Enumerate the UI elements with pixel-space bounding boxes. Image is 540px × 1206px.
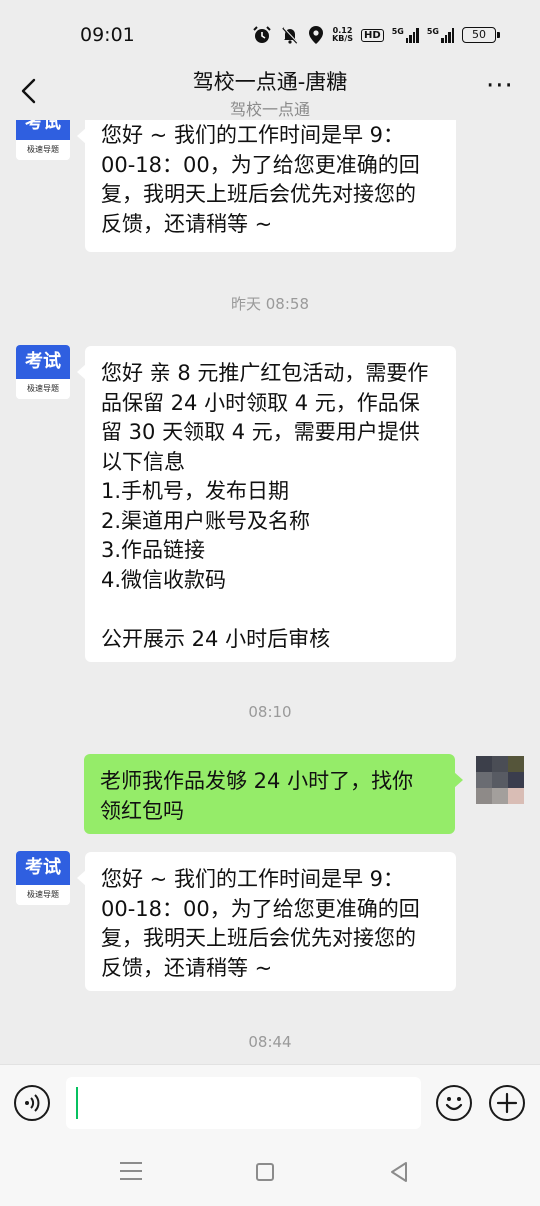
system-nav-bar bbox=[0, 1140, 540, 1206]
location-icon bbox=[309, 26, 324, 44]
recent-apps-icon[interactable] bbox=[120, 1162, 142, 1182]
battery-icon: 50 bbox=[462, 27, 500, 43]
sim2-label: 5G bbox=[426, 27, 439, 36]
signal-sim2-icon: 5G bbox=[427, 27, 454, 43]
text-cursor bbox=[76, 1087, 78, 1119]
network-speed-unit: KB/S bbox=[332, 34, 354, 43]
mute-bell-icon bbox=[282, 27, 299, 44]
chat-message-list[interactable]: 考试 极速导题 您好 ~ 我们的工作时间是早 9： 00-18：00，为了给您更… bbox=[0, 120, 540, 1064]
message-bubble-received[interactable]: 您好 ~ 我们的工作时间是早 9： 00-18：00，为了给您更准确的回 复，我… bbox=[77, 852, 456, 991]
network-speed: 0.12 KB/S bbox=[332, 27, 353, 43]
avatar-brand-text: 考试 bbox=[16, 345, 70, 379]
plus-icon[interactable] bbox=[489, 1085, 525, 1121]
message-bubble-received[interactable]: 您好 ~ 我们的工作时间是早 9： 00-18：00，为了给您更准确的回 复，我… bbox=[77, 120, 456, 252]
alarm-icon bbox=[253, 26, 271, 43]
more-options-icon[interactable]: ··· bbox=[486, 73, 516, 100]
avatar-brand-subtext: 极速导题 bbox=[16, 379, 70, 399]
status-icons: 0.12 KB/S HD 5G 5G 50 bbox=[252, 22, 500, 48]
message-input-bar bbox=[0, 1064, 540, 1140]
status-time: 09:01 bbox=[80, 24, 135, 46]
avatar-brand-text: 考试 bbox=[16, 851, 70, 885]
message-input[interactable] bbox=[66, 1077, 421, 1129]
message-bubble-sent[interactable]: 老师我作品发够 24 小时了，找你 领红包吗 bbox=[84, 754, 463, 834]
avatar-brand-subtext: 极速导题 bbox=[16, 140, 70, 160]
chat-title: 驾校一点通-唐糖 bbox=[192, 70, 348, 94]
emoji-icon[interactable] bbox=[436, 1085, 472, 1121]
message-timestamp: 08:44 bbox=[248, 1033, 292, 1051]
nav-back-icon[interactable] bbox=[388, 1160, 410, 1184]
contact-avatar[interactable]: 考试 极速导题 bbox=[16, 120, 70, 160]
voice-icon[interactable] bbox=[14, 1085, 50, 1121]
status-bar: 09:01 0.12 KB/S HD 5G 5G 50 bbox=[0, 0, 540, 62]
user-avatar[interactable] bbox=[476, 756, 524, 804]
message-timestamp: 08:10 bbox=[248, 703, 292, 721]
avatar-brand-subtext: 极速导题 bbox=[16, 885, 70, 905]
contact-avatar[interactable]: 考试 极速导题 bbox=[16, 851, 70, 905]
chat-subtitle: 驾校一点通 bbox=[229, 100, 310, 119]
message-bubble-received[interactable]: 您好 亲 8 元推广红包活动，需要作 品保留 24 小时领取 4 元，作品保 留… bbox=[77, 346, 456, 662]
chat-header: 驾校一点通-唐糖 驾校一点通 ··· bbox=[0, 62, 540, 120]
avatar-brand-text: 考试 bbox=[16, 120, 70, 140]
home-icon[interactable] bbox=[256, 1163, 274, 1181]
hd-badge: HD bbox=[361, 28, 384, 42]
message-timestamp: 昨天 08:58 bbox=[231, 295, 309, 313]
contact-avatar[interactable]: 考试 极速导题 bbox=[16, 345, 70, 399]
sim1-label: 5G bbox=[391, 27, 404, 36]
signal-sim1-icon: 5G bbox=[392, 27, 419, 43]
